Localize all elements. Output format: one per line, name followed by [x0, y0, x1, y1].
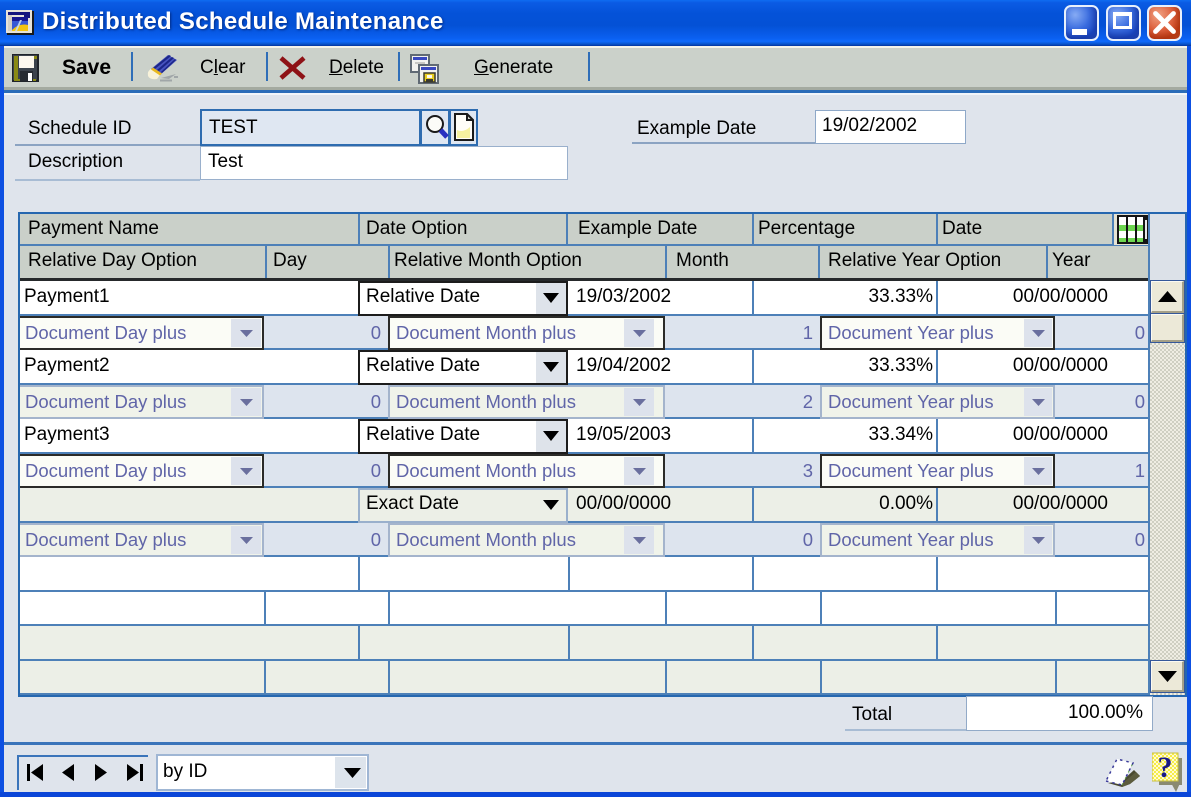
svg-text:?: ? — [1158, 751, 1173, 784]
